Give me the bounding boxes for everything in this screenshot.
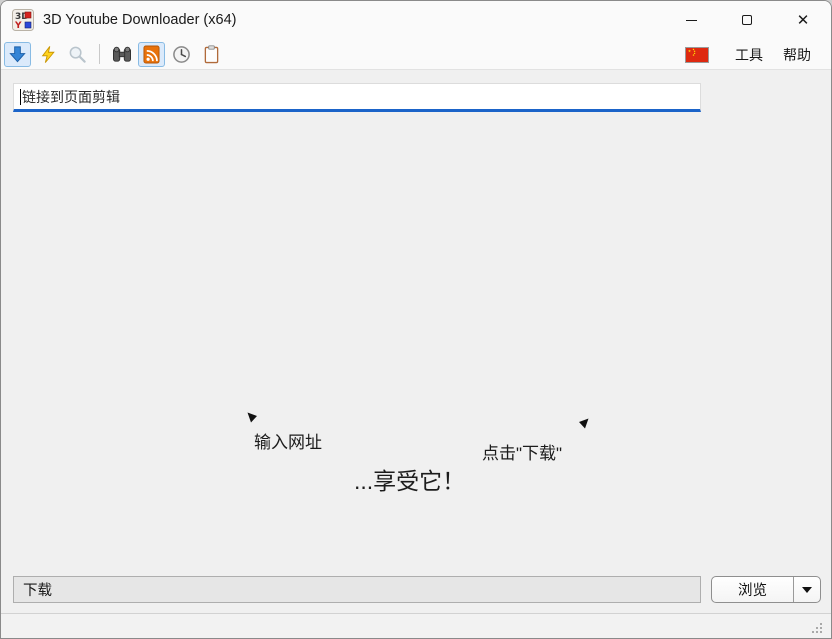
app-logo-icon: 3D Y <box>12 9 34 31</box>
browse-dropdown-toggle[interactable] <box>794 587 820 593</box>
hint-arrow-up-left-icon <box>247 412 258 424</box>
close-icon: ✕ <box>797 13 810 28</box>
toolbar-analyze-button[interactable] <box>64 42 91 67</box>
toolbar-right-group: 工具 帮助 <box>685 39 821 70</box>
resize-grip-icon[interactable] <box>811 622 824 635</box>
app-window: 3D Y 3D Youtube Downloader (x64) ✕ <box>0 0 832 639</box>
download-folder-field[interactable]: 下载 <box>13 576 701 603</box>
toolbar-scheduler-button[interactable] <box>168 42 195 67</box>
toolbar-download-button[interactable] <box>4 42 31 67</box>
menu-tools[interactable]: 工具 <box>725 41 773 69</box>
window-controls: ✕ <box>663 1 831 39</box>
main-area: 输入网址 点击"下载" ...享受它！ <box>1 115 831 571</box>
hint-enter-url: 输入网址 <box>254 428 322 453</box>
browse-split-button[interactable]: 浏览 <box>711 576 821 603</box>
search-icon <box>68 45 87 64</box>
hint-enjoy: ...享受它！ <box>354 462 465 496</box>
toolbar-browser-watch-button[interactable] <box>108 42 135 67</box>
chevron-down-icon <box>802 587 812 593</box>
download-folder-value: 下载 <box>23 579 52 600</box>
url-input[interactable]: 链接到页面剪辑 <box>13 83 701 112</box>
url-row: 链接到页面剪辑 下载 <box>1 71 831 115</box>
text-caret <box>20 89 21 105</box>
maximize-icon <box>742 15 752 25</box>
binoculars-icon <box>112 45 132 63</box>
maximize-button[interactable] <box>719 1 775 39</box>
browse-button-label: 浏览 <box>712 579 793 600</box>
clipboard-icon <box>203 45 220 64</box>
hint-click-download: 点击"下载" <box>482 439 562 464</box>
menu-help[interactable]: 帮助 <box>773 41 821 69</box>
bottom-row: 下载 <box>1 571 831 613</box>
svg-text:Y: Y <box>14 21 22 31</box>
window-title: 3D Youtube Downloader (x64) <box>43 12 236 28</box>
close-button[interactable]: ✕ <box>775 1 831 39</box>
hint-arrow-up-right-icon <box>578 418 589 430</box>
toolbar: 工具 帮助 <box>1 39 831 70</box>
titlebar[interactable]: 3D Y 3D Youtube Downloader (x64) ✕ <box>1 1 831 39</box>
minimize-icon <box>686 20 697 21</box>
toolbar-rss-feed-button[interactable] <box>138 42 165 67</box>
url-input-value: 链接到页面剪辑 <box>22 87 120 107</box>
lightning-icon <box>39 45 57 64</box>
minimize-button[interactable] <box>663 1 719 39</box>
download-arrow-icon <box>8 45 27 64</box>
toolbar-clipboard-button[interactable] <box>198 42 225 67</box>
history-clock-icon <box>172 45 191 64</box>
statusbar <box>1 613 831 639</box>
toolbar-quick-download-button[interactable] <box>34 42 61 67</box>
rss-feed-icon <box>143 45 160 64</box>
toolbar-separator <box>99 44 100 64</box>
china-flag-icon[interactable] <box>685 47 709 63</box>
